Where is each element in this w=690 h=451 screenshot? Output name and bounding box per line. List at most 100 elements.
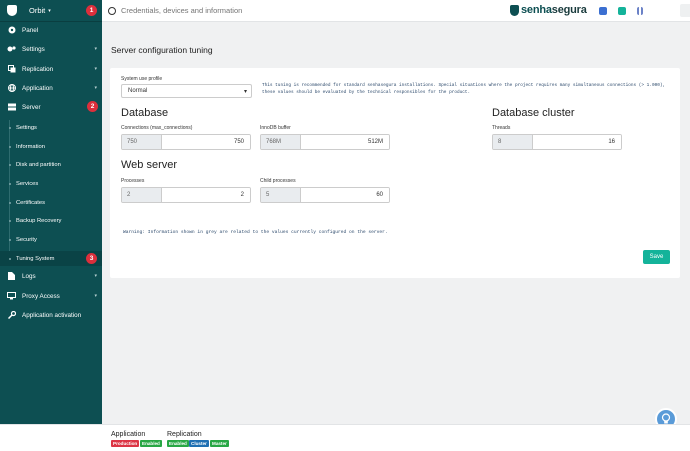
connections-current: 750 xyxy=(122,135,162,149)
sidebar-subitem-label: Security xyxy=(16,236,37,243)
badge-master: Master xyxy=(210,440,229,447)
step-badge-1: 1 xyxy=(86,5,97,16)
profile-select[interactable]: Normal ▾ xyxy=(121,84,252,98)
sidebar-item-label: Proxy Access xyxy=(22,292,60,300)
sidebar-item-label: Replication xyxy=(22,65,54,73)
brand-name-part2: segura xyxy=(551,4,587,16)
sidebar-subitem-certificates[interactable]: Certificates xyxy=(0,195,102,210)
child-processes-current: 5 xyxy=(261,188,301,202)
copy-icon xyxy=(7,65,16,74)
globe-icon xyxy=(7,84,16,93)
brand-name-part1: senha xyxy=(521,4,552,16)
cluster-heading: Database cluster xyxy=(492,107,575,119)
sidebar-subitem-label: Services xyxy=(16,180,39,187)
sidebar-subitem-label: Settings xyxy=(16,124,37,131)
brand-shield-icon xyxy=(510,4,519,16)
server-icon xyxy=(7,103,16,112)
profile-label: System use profile xyxy=(121,76,163,82)
chevron-down-icon: ▾ xyxy=(48,7,51,14)
sidebar-item-replication[interactable]: Replication ▾ xyxy=(0,61,102,77)
global-search-input[interactable] xyxy=(121,6,321,15)
threads-current: 8 xyxy=(493,135,533,149)
sidebar-item-application[interactable]: Application ▾ xyxy=(0,80,102,96)
shield-logo-icon xyxy=(7,5,17,16)
top-bar: senhasegura xyxy=(102,0,690,22)
processes-current: 2 xyxy=(122,188,162,202)
brand-name: senhasegura xyxy=(521,4,587,16)
sidebar-subitem-settings[interactable]: Settings xyxy=(0,120,102,135)
sidebar-subitem-disk-and-partition[interactable]: Disk and partition xyxy=(0,157,102,172)
sidebar-item-label: Application activation xyxy=(22,311,82,319)
sidebar-subitem-label: Certificates xyxy=(16,199,45,206)
wrench-icon xyxy=(7,311,16,320)
footer-replication-title: Replication xyxy=(167,431,202,438)
sidebar-subitem-label: Tuning System xyxy=(16,255,55,262)
badge-cluster: Cluster xyxy=(189,440,209,447)
bullet-icon xyxy=(9,145,11,148)
chevron-down-icon: ▾ xyxy=(94,46,97,52)
sidebar-subitem-label: Backup Recovery xyxy=(16,217,62,224)
grey-values-warning: Warning: Information shown in grey are r… xyxy=(123,230,388,235)
database-heading: Database xyxy=(121,107,169,119)
footer-application-title: Application xyxy=(111,431,146,438)
processes-field: 2 2 xyxy=(121,187,251,203)
innodb-field: 768M 512M xyxy=(260,134,390,150)
sidebar-subitem-security[interactable]: Security xyxy=(0,232,102,247)
threads-field: 8 16 xyxy=(492,134,622,150)
cloud-icon[interactable] xyxy=(599,7,607,15)
status-footer: Application Production Enabled Replicati… xyxy=(0,424,690,451)
sidebar-subitem-tuning-system[interactable]: Tuning System 3 xyxy=(0,251,102,266)
bullet-icon xyxy=(9,219,11,222)
sidebar-subitem-services[interactable]: Services xyxy=(0,176,102,191)
bullet-icon xyxy=(9,257,11,260)
processes-label: Processes xyxy=(121,178,145,184)
sidebar-subitem-label: Information xyxy=(16,143,45,150)
user-avatar[interactable] xyxy=(680,4,690,17)
connections-input[interactable]: 750 xyxy=(162,135,250,149)
chevron-down-icon: ▾ xyxy=(94,66,97,72)
bullet-icon xyxy=(9,238,11,241)
sidebar-item-logs[interactable]: Logs ▾ xyxy=(0,268,102,284)
sidebar-item-proxy-access[interactable]: Proxy Access ▾ xyxy=(0,288,102,304)
step-badge-3: 3 xyxy=(86,253,97,264)
main-content: Server configuration tuning System use p… xyxy=(102,22,690,424)
sidebar-item-label: Server xyxy=(22,103,41,111)
sidebar-item-application-activation[interactable]: Application activation xyxy=(0,307,102,323)
innodb-input[interactable]: 512M xyxy=(301,135,389,149)
child-processes-input[interactable]: 60 xyxy=(301,188,389,202)
chevron-down-icon: ▾ xyxy=(94,293,97,299)
tuning-card: System use profile Normal ▾ This tuning … xyxy=(110,68,680,278)
plus-icon[interactable] xyxy=(618,7,626,15)
sidebar-subitem-information[interactable]: Information xyxy=(0,139,102,154)
chevron-down-icon: ▾ xyxy=(243,88,247,95)
badge-application-enabled: Enabled xyxy=(140,440,162,447)
sidebar-item-label: Logs xyxy=(22,272,36,280)
connections-label: Connections (max_connections) xyxy=(121,125,193,131)
page-title: Server configuration tuning xyxy=(111,45,213,55)
badge-production: Production xyxy=(111,440,140,447)
sidebar-item-server[interactable]: Server 2 xyxy=(0,99,102,115)
step-badge-2: 2 xyxy=(87,101,98,112)
child-processes-label: Child processes xyxy=(260,178,296,184)
org-switcher[interactable]: Orbit ▾ 1 xyxy=(0,0,102,22)
sidebar-item-settings[interactable]: Settings ▾ xyxy=(0,41,102,57)
apps-icon[interactable] xyxy=(637,7,643,15)
processes-input[interactable]: 2 xyxy=(162,188,250,202)
connections-field: 750 750 xyxy=(121,134,251,150)
bullet-icon xyxy=(9,163,11,166)
child-processes-field: 5 60 xyxy=(260,187,390,203)
gears-icon xyxy=(7,45,16,54)
save-button[interactable]: Save xyxy=(643,250,670,264)
tuning-notice: This tuning is recommended for standard … xyxy=(262,83,666,95)
sidebar-item-label: Panel xyxy=(22,26,39,34)
bullet-icon xyxy=(9,182,11,185)
profile-select-value: Normal xyxy=(128,88,148,94)
web-server-heading: Web server xyxy=(121,159,178,171)
sidebar-subitem-backup-recovery[interactable]: Backup Recovery xyxy=(0,213,102,228)
threads-input[interactable]: 16 xyxy=(533,135,621,149)
sidebar: Orbit ▾ 1 Panel Settings ▾ Replication ▾… xyxy=(0,0,102,424)
innodb-current: 768M xyxy=(261,135,301,149)
chevron-down-icon: ▾ xyxy=(94,273,97,279)
sidebar-item-panel[interactable]: Panel xyxy=(0,22,102,38)
bullet-icon xyxy=(9,126,11,129)
